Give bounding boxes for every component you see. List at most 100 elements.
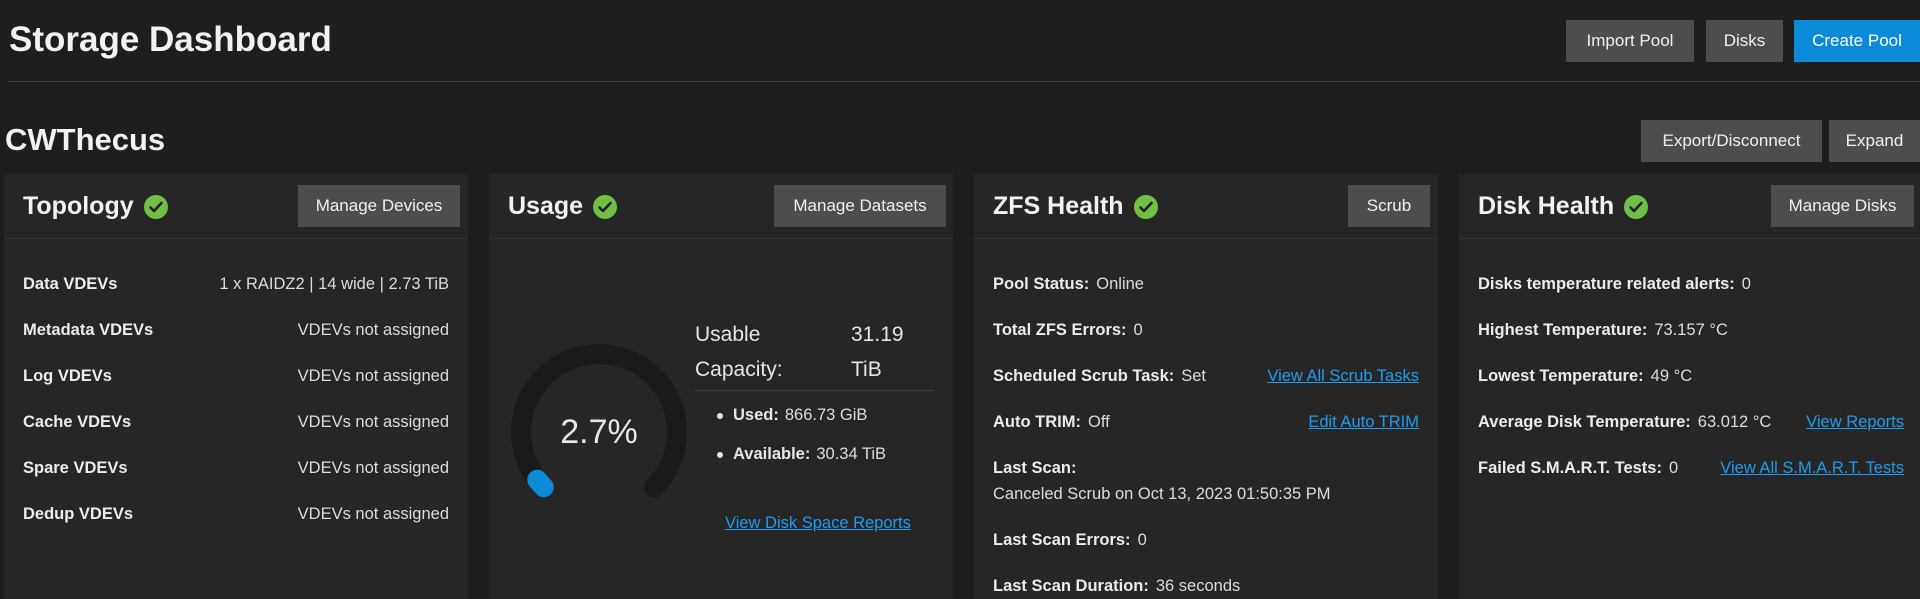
topology-row-cache: Cache VDEVs VDEVs not assigned: [23, 410, 449, 434]
scan-duration-value: 36 seconds: [1155, 576, 1241, 595]
smart-tests-row: Failed S.M.A.R.T. Tests: 0 View All S.M.…: [1478, 456, 1904, 480]
row-value: VDEVs not assigned: [297, 458, 449, 477]
capacity-label-1: Usable: [695, 323, 761, 346]
manage-datasets-button[interactable]: Manage Datasets: [774, 185, 946, 227]
row-label: Cache VDEVs: [23, 412, 132, 431]
topology-row-metadata: Metadata VDEVs VDEVs not assigned: [23, 318, 449, 342]
average-temp-row: Average Disk Temperature: 63.012 °C View…: [1478, 410, 1904, 434]
topology-card: Topology Manage Devices Data VDEVs 1 x R…: [4, 174, 468, 599]
lowest-temp-row: Lowest Temperature: 49 °C: [1478, 364, 1904, 388]
topology-row-spare: Spare VDEVs VDEVs not assigned: [23, 456, 449, 480]
last-scan-label: Last Scan:: [993, 458, 1077, 477]
row-value: 1 x RAIDZ2 | 14 wide | 2.73 TiB: [219, 274, 449, 293]
scan-duration-row: Last Scan Duration: 36 seconds: [993, 574, 1419, 598]
used-value: 866.73 GiB: [784, 406, 868, 424]
disk-health-title: Disk Health: [1478, 192, 1649, 221]
row-value: VDEVs not assigned: [297, 412, 449, 431]
topology-row-dedup: Dedup VDEVs VDEVs not assigned: [23, 502, 449, 526]
lowest-temp-value: 49 °C: [1650, 366, 1693, 385]
expand-button[interactable]: Expand: [1829, 120, 1920, 162]
usage-gauge: 2.7%: [509, 342, 689, 522]
check-circle-icon: [593, 194, 618, 219]
page-header: Storage Dashboard Import Pool Disks Crea…: [0, 0, 1920, 82]
zfs-errors-label: Total ZFS Errors:: [993, 320, 1127, 339]
zfs-title: ZFS Health: [993, 192, 1158, 221]
capacity-value-1: 31.19: [851, 323, 904, 346]
scan-errors-label: Last Scan Errors:: [993, 530, 1131, 549]
smart-tests-label: Failed S.M.A.R.T. Tests:: [1478, 458, 1662, 477]
create-pool-button[interactable]: Create Pool: [1794, 20, 1920, 62]
average-temp-label: Average Disk Temperature:: [1478, 412, 1691, 431]
bullet-dot: [717, 412, 723, 419]
row-value: VDEVs not assigned: [297, 504, 449, 523]
last-scan-row: Last Scan:: [993, 456, 1419, 480]
zfs-card-header: ZFS Health Scrub: [974, 174, 1438, 239]
scan-errors-value: 0: [1137, 530, 1147, 549]
row-value: VDEVs not assigned: [297, 320, 449, 339]
topology-row-log: Log VDEVs VDEVs not assigned: [23, 364, 449, 388]
used-label: Used:: [733, 406, 779, 424]
smart-tests-value: 0: [1668, 458, 1679, 477]
capacity-divider: [695, 390, 935, 391]
page-title: Storage Dashboard: [9, 20, 332, 59]
lowest-temp-label: Lowest Temperature:: [1478, 366, 1644, 385]
manage-disks-button[interactable]: Manage Disks: [1771, 185, 1914, 227]
usage-card-header: Usage Manage Datasets: [489, 174, 953, 239]
scrub-task-label: Scheduled Scrub Task:: [993, 366, 1175, 385]
usage-percent: 2.7%: [560, 412, 638, 451]
last-scan-value: Canceled Scrub on Oct 13, 2023 01:50:35 …: [993, 484, 1331, 503]
temp-alerts-label: Disks temperature related alerts:: [1478, 274, 1735, 293]
view-disk-space-reports-link[interactable]: View Disk Space Reports: [725, 514, 911, 533]
import-pool-button[interactable]: Import Pool: [1566, 20, 1694, 62]
header-divider: [8, 81, 1920, 82]
view-reports-link[interactable]: View Reports: [1806, 413, 1904, 432]
row-label: Metadata VDEVs: [23, 320, 154, 339]
auto-trim-row: Auto TRIM: Off Edit Auto TRIM: [993, 410, 1419, 434]
used-row: Used: 866.73 GiB: [717, 406, 867, 425]
scrub-task-row: Scheduled Scrub Task: Set View All Scrub…: [993, 364, 1419, 388]
view-all-smart-tests-link[interactable]: View All S.M.A.R.T. Tests: [1720, 459, 1904, 478]
highest-temp-label: Highest Temperature:: [1478, 320, 1648, 339]
topology-card-header: Topology Manage Devices: [4, 174, 468, 239]
bullet-dot: [717, 451, 723, 458]
zfs-errors-value: 0: [1133, 320, 1143, 339]
available-row: Available: 30.34 TiB: [717, 445, 886, 464]
temp-alerts-row: Disks temperature related alerts: 0: [1478, 272, 1904, 296]
manage-devices-button[interactable]: Manage Devices: [298, 185, 460, 227]
topology-title-text: Topology: [23, 192, 134, 220]
pool-status-label: Pool Status:: [993, 274, 1090, 293]
export-disconnect-button[interactable]: Export/Disconnect: [1641, 120, 1822, 162]
capacity-label-2: Capacity:: [695, 358, 783, 381]
zfs-title-text: ZFS Health: [993, 192, 1124, 220]
check-circle-icon: [143, 194, 168, 219]
edit-auto-trim-link[interactable]: Edit Auto TRIM: [1308, 413, 1419, 432]
disk-health-card-header: Disk Health Manage Disks: [1459, 174, 1920, 239]
highest-temp-row: Highest Temperature: 73.157 °C: [1478, 318, 1904, 342]
usage-title: Usage: [508, 192, 618, 221]
pool-status-value: Online: [1096, 274, 1144, 293]
topology-row-data: Data VDEVs 1 x RAIDZ2 | 14 wide | 2.73 T…: [23, 272, 449, 296]
row-label: Log VDEVs: [23, 366, 112, 385]
capacity-value-2: TiB: [851, 358, 882, 381]
pool-status-row: Pool Status: Online: [993, 272, 1419, 296]
view-all-scrub-tasks-link[interactable]: View All Scrub Tasks: [1267, 367, 1419, 386]
check-circle-icon: [1133, 194, 1158, 219]
available-label: Available:: [733, 445, 811, 463]
scan-errors-row: Last Scan Errors: 0: [993, 528, 1419, 552]
scrub-button[interactable]: Scrub: [1348, 185, 1430, 227]
scrub-task-value: Set: [1181, 366, 1207, 385]
check-circle-icon: [1624, 194, 1649, 219]
auto-trim-value: Off: [1087, 412, 1110, 431]
zfs-errors-row: Total ZFS Errors: 0: [993, 318, 1419, 342]
zfs-health-card: ZFS Health Scrub Pool Status: Online Tot…: [974, 174, 1438, 599]
average-temp-value: 63.012 °C: [1697, 412, 1772, 431]
usage-title-text: Usage: [508, 192, 584, 220]
scan-duration-label: Last Scan Duration:: [993, 576, 1149, 595]
disks-button[interactable]: Disks: [1706, 20, 1783, 62]
last-scan-value-row: Canceled Scrub on Oct 13, 2023 01:50:35 …: [993, 482, 1419, 506]
available-value: 30.34 TiB: [816, 445, 887, 463]
auto-trim-label: Auto TRIM:: [993, 412, 1081, 431]
usage-card: Usage Manage Datasets 2.7% Usable Capaci…: [489, 174, 953, 599]
row-label: Data VDEVs: [23, 274, 118, 293]
disk-health-title-text: Disk Health: [1478, 192, 1615, 220]
